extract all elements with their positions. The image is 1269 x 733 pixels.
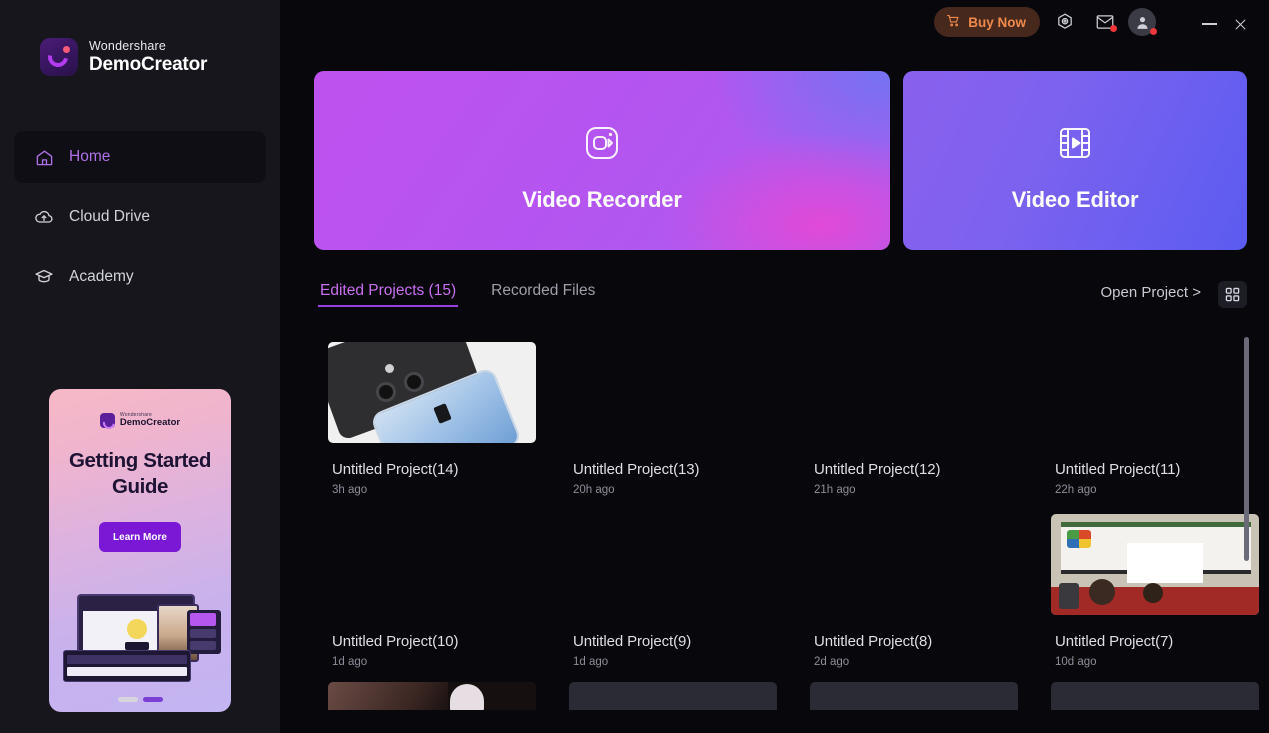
project-time: 2d ago: [814, 656, 850, 668]
close-button[interactable]: [1225, 10, 1255, 38]
project-thumbnail[interactable]: [1051, 514, 1259, 615]
promo-learn-more-button[interactable]: Learn More: [99, 522, 181, 553]
project-time: 1d ago: [573, 656, 609, 668]
sidebar-item-label: Home: [69, 148, 111, 165]
brand-product: DemoCreator: [89, 54, 208, 76]
mail-icon[interactable]: [1094, 11, 1117, 33]
video-editor-label: Video Editor: [1011, 187, 1139, 212]
cloud-icon: [34, 207, 54, 227]
cart-icon: [946, 13, 961, 31]
title-bar: Buy Now: [280, 0, 1269, 48]
democreator-logo-icon: [40, 38, 78, 76]
project-name: Untitled Project(8): [814, 633, 933, 650]
app-logo: Wondershare DemoCreator: [40, 38, 207, 76]
promo-dot[interactable]: [117, 697, 138, 702]
project-card[interactable]: Untitled Project(13) 20h ago: [555, 330, 777, 496]
project-thumbnail[interactable]: [569, 342, 777, 443]
video-recorder-card[interactable]: Video Recorder: [314, 71, 890, 250]
grid-view-icon[interactable]: [1218, 281, 1247, 308]
project-thumbnail[interactable]: [1051, 342, 1259, 443]
project-name: Untitled Project(9): [573, 633, 692, 650]
project-card[interactable]: Untitled Project(14) 3h ago: [314, 330, 536, 496]
project-name: Untitled Project(13): [573, 461, 700, 478]
project-card[interactable]: Untitled Project(8) 2d ago: [796, 496, 1018, 668]
promo-logo: Wondershare DemoCreator: [49, 413, 231, 428]
minimize-button[interactable]: [1194, 10, 1224, 38]
project-name: Untitled Project(7): [1055, 633, 1174, 650]
promo-logo-product: DemoCreator: [119, 417, 181, 429]
promo-title: Getting Started Guide: [68, 449, 212, 499]
project-time: 20h ago: [573, 484, 615, 496]
project-thumbnail[interactable]: [810, 514, 1018, 615]
project-card[interactable]: Untitled Project(12) 21h ago: [796, 330, 1018, 496]
sidebar: Wondershare DemoCreator Home Cloud Drive: [0, 0, 280, 733]
project-time: 1d ago: [332, 656, 368, 668]
video-recorder-label: Video Recorder: [522, 187, 682, 212]
project-name: Untitled Project(11): [1055, 461, 1181, 478]
sidebar-item-cloud-drive[interactable]: Cloud Drive: [14, 191, 266, 243]
sidebar-item-home[interactable]: Home: [14, 131, 266, 183]
project-tabs: Edited Projects (15) Recorded Files: [318, 282, 595, 307]
project-name: Untitled Project(10): [332, 633, 459, 650]
project-time: 10d ago: [1055, 656, 1097, 668]
project-time: 21h ago: [814, 484, 856, 496]
project-thumbnail[interactable]: [328, 342, 536, 443]
sidebar-item-academy[interactable]: Academy: [14, 251, 266, 303]
sidebar-item-label: Cloud Drive: [69, 208, 150, 225]
project-time: 22h ago: [1055, 484, 1097, 496]
project-card[interactable]: Untitled Project(11) 22h ago: [1037, 330, 1259, 496]
project-thumbnail[interactable]: [328, 514, 536, 615]
project-card[interactable]: Untitled Project(9) 1d ago: [555, 496, 777, 668]
project-thumbnail[interactable]: [810, 682, 1018, 710]
project-thumbnail[interactable]: [569, 514, 777, 615]
project-card[interactable]: [555, 668, 777, 710]
promo-logo-icon: [99, 413, 115, 428]
project-name: Untitled Project(12): [814, 461, 941, 478]
vertical-scrollbar[interactable]: [1244, 337, 1249, 561]
project-time: 3h ago: [332, 484, 368, 496]
notification-badge: [1110, 25, 1117, 32]
video-editor-card[interactable]: Video Editor: [903, 71, 1247, 250]
graduation-cap-icon: [34, 267, 54, 287]
getting-started-promo-card[interactable]: Wondershare DemoCreator Getting Started …: [49, 389, 231, 712]
sidebar-item-label: Academy: [69, 268, 134, 285]
project-thumbnail[interactable]: [810, 342, 1018, 443]
tab-recorded-files[interactable]: Recorded Files: [491, 282, 595, 307]
tab-edited-projects[interactable]: Edited Projects (15): [318, 282, 459, 307]
project-thumbnail[interactable]: [328, 682, 536, 710]
buy-now-button[interactable]: Buy Now: [934, 7, 1040, 37]
camera-recorder-icon: [314, 121, 890, 165]
project-card[interactable]: Untitled Project(10) 1d ago: [314, 496, 536, 668]
sidebar-nav: Home Cloud Drive Academy: [14, 131, 266, 311]
democreator-window: Wondershare DemoCreator Home Cloud Drive: [0, 0, 1269, 733]
notification-badge: [1150, 28, 1157, 35]
project-card[interactable]: [796, 668, 1018, 710]
project-card[interactable]: Untitled Project(7) 10d ago: [1037, 496, 1259, 668]
promo-carousel-dots[interactable]: [49, 697, 231, 702]
project-name: Untitled Project(14): [332, 461, 459, 478]
buy-now-label: Buy Now: [968, 14, 1026, 30]
settings-icon[interactable]: [1054, 11, 1076, 33]
project-card[interactable]: [314, 668, 536, 710]
account-icon[interactable]: [1128, 8, 1157, 36]
project-card[interactable]: [1037, 668, 1259, 710]
project-thumbnail[interactable]: [1051, 682, 1259, 710]
projects-grid: Untitled Project(14) 3h ago Untitled Pro…: [314, 330, 1259, 733]
project-thumbnail[interactable]: [569, 682, 777, 710]
open-project-link[interactable]: Open Project >: [1101, 284, 1201, 301]
promo-dot-active[interactable]: [142, 697, 163, 702]
promo-illustration: [49, 590, 231, 686]
brand-company: Wondershare: [89, 38, 167, 53]
film-play-icon: [903, 121, 1247, 165]
home-icon: [34, 147, 54, 167]
